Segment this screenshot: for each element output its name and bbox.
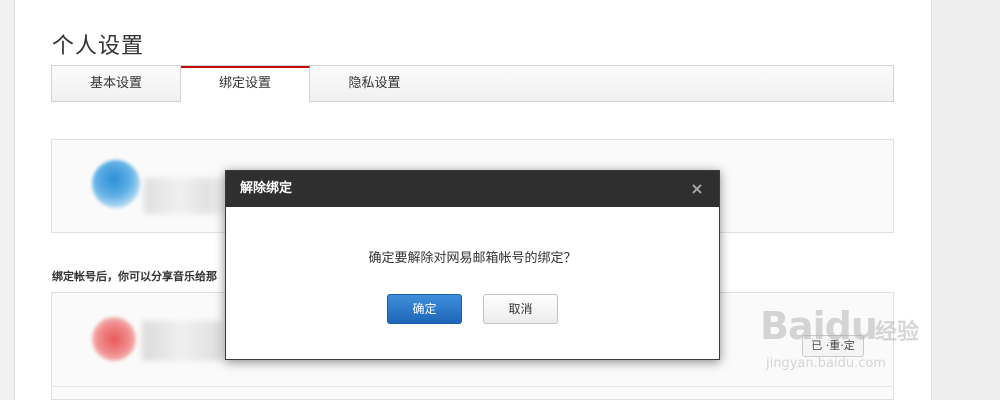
- confirm-button[interactable]: 确定: [387, 294, 462, 324]
- dialog-message: 确定要解除对网易邮箱帐号的绑定？: [368, 251, 577, 266]
- dialog-title: 解除绑定: [240, 181, 293, 196]
- cancel-button[interactable]: 取消: [483, 294, 558, 324]
- dialog-header: 解除绑定 ×: [226, 171, 719, 207]
- close-icon[interactable]: ×: [689, 171, 705, 207]
- unbind-dialog: 解除绑定 × 确定要解除对网易邮箱帐号的绑定？ 确定 取消: [225, 170, 720, 360]
